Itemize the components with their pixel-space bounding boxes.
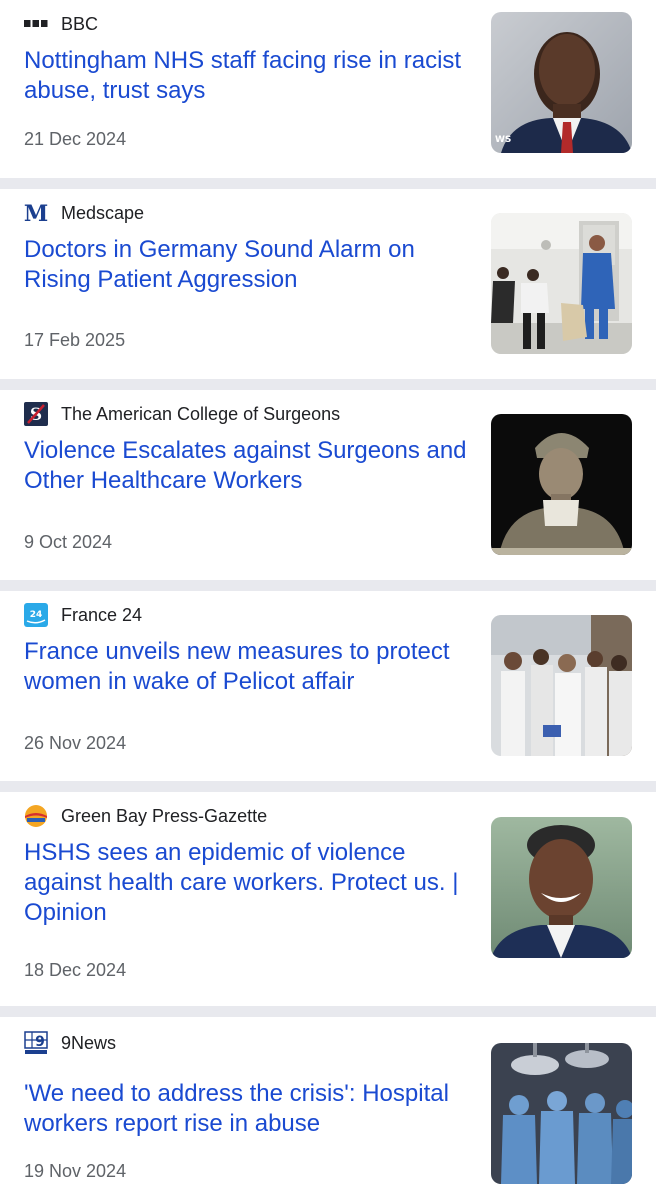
- article-card-medscape[interactable]: M Medscape Doctors in Germany Sound Alar…: [0, 189, 656, 379]
- article-date: 17 Feb 2025: [24, 330, 126, 350]
- article-date: 19 Nov 2024: [24, 1161, 127, 1181]
- article-source: Green Bay Press-Gazette: [24, 804, 267, 828]
- article-headline[interactable]: 'We need to address the crisis': Hospita…: [24, 1079, 469, 1139]
- article-date: 18 Dec 2024: [24, 960, 127, 980]
- article-card-france24[interactable]: 24 France 24 France unveils new measures…: [0, 591, 656, 781]
- article-card-press-gazette[interactable]: Green Bay Press-Gazette HSHS sees an epi…: [0, 792, 656, 1006]
- acs-logo-icon: S: [24, 402, 48, 426]
- news-feed: BBC Nottingham NHS staff facing rise in …: [0, 0, 656, 1200]
- source-name: 9News: [61, 1032, 117, 1053]
- article-date: 9 Oct 2024: [24, 532, 113, 552]
- man-in-suit-photo-icon: WS: [491, 12, 632, 153]
- bbc-logo-icon: [24, 13, 48, 35]
- svg-text:9: 9: [35, 1034, 45, 1050]
- article-thumbnail[interactable]: [491, 1043, 632, 1184]
- article-thumbnail[interactable]: [491, 213, 632, 354]
- divider: [0, 1006, 656, 1017]
- article-headline[interactable]: Doctors in Germany Sound Alarm on Rising…: [24, 235, 469, 295]
- article-headline[interactable]: Violence Escalates against Surgeons and …: [24, 436, 469, 496]
- medical-staff-crowd-photo-icon: [491, 615, 632, 756]
- article-thumbnail[interactable]: [491, 817, 632, 958]
- article-source: S The American College of Surgeons: [24, 402, 340, 426]
- article-headline[interactable]: France unveils new measures to protect w…: [24, 637, 469, 697]
- article-headline[interactable]: HSHS sees an epidemic of violence agains…: [24, 838, 469, 928]
- article-card-acs[interactable]: S The American College of Surgeons Viole…: [0, 390, 656, 580]
- article-source: M Medscape: [24, 201, 144, 225]
- article-thumbnail[interactable]: [491, 414, 632, 555]
- divider: [0, 178, 656, 189]
- 9news-logo-icon: 9: [24, 1031, 48, 1054]
- article-source: 9 9News: [24, 1031, 116, 1055]
- hospital-corridor-photo-icon: [491, 213, 632, 354]
- source-name: The American College of Surgeons: [61, 403, 341, 424]
- divider: [0, 580, 656, 591]
- source-name: Medscape: [61, 202, 145, 223]
- svg-text:M: M: [24, 202, 48, 224]
- source-name: BBC: [61, 13, 99, 34]
- article-card-9news[interactable]: 9 9News 'We need to address the crisis':…: [0, 1017, 656, 1200]
- divider: [0, 781, 656, 792]
- press-gazette-logo-icon: [24, 805, 48, 827]
- svg-text:WS: WS: [495, 135, 511, 145]
- divider: [0, 379, 656, 390]
- article-card-bbc[interactable]: BBC Nottingham NHS staff facing rise in …: [0, 0, 656, 178]
- source-name: Green Bay Press-Gazette: [61, 805, 268, 826]
- operating-room-photo-icon: [491, 1043, 632, 1184]
- article-thumbnail[interactable]: WS: [491, 12, 632, 153]
- article-date: 26 Nov 2024: [24, 733, 127, 753]
- article-date: 21 Dec 2024: [24, 129, 127, 149]
- source-name: France 24: [61, 604, 143, 625]
- surgeon-portrait-photo-icon: [491, 414, 632, 555]
- article-headline[interactable]: Nottingham NHS staff facing rise in raci…: [24, 46, 469, 106]
- france24-logo-icon: 24: [24, 603, 48, 627]
- smiling-man-photo-icon: [491, 817, 632, 958]
- article-thumbnail[interactable]: [491, 615, 632, 756]
- svg-text:24: 24: [30, 610, 43, 620]
- medscape-logo-icon: M: [24, 202, 48, 224]
- article-source: 24 France 24: [24, 603, 142, 627]
- article-source: BBC: [24, 12, 98, 36]
